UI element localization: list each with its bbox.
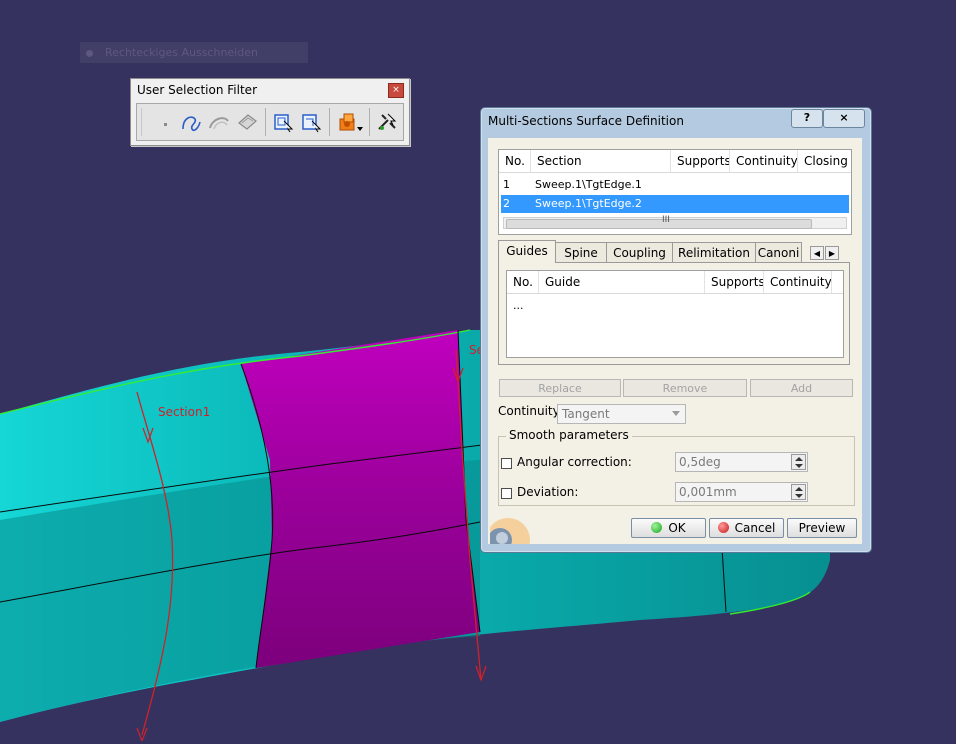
toolbar-title: User Selection Filter — [137, 83, 257, 97]
user-selection-filter-toolbar: User Selection Filter × — [130, 78, 410, 146]
column-header-guide[interactable]: Guide — [539, 271, 705, 293]
deviation-checkbox[interactable] — [501, 488, 512, 499]
help-button[interactable]: ? — [791, 109, 823, 128]
curve-filter-icon[interactable] — [179, 110, 203, 134]
tab-scroll-left-icon[interactable]: ◀ — [810, 246, 824, 260]
filter-buttons-bar — [136, 103, 404, 141]
deviation-label: Deviation: — [517, 485, 579, 499]
ok-icon — [651, 522, 663, 533]
dialog-body: No. Section Supports Continuity Closing … — [488, 138, 862, 544]
sections-table-header: No. Section Supports Continuity Closing … — [499, 150, 851, 173]
cutout-icon — [86, 49, 93, 57]
cancel-label: Cancel — [734, 521, 776, 535]
tab-coupling[interactable]: Coupling — [606, 242, 673, 262]
toolbar-close-button[interactable]: × — [388, 83, 404, 98]
guides-table[interactable]: No. Guide Supports Continuity ... — [506, 270, 844, 358]
table-row-selected[interactable]: 2 Sweep.1\TgtEdge.2 — [501, 195, 849, 213]
continuity-value: Tangent — [562, 407, 610, 421]
row-section: Sweep.1\TgtEdge.1 — [535, 178, 642, 191]
column-header-no[interactable]: No. — [499, 150, 531, 172]
point-filter-icon[interactable] — [153, 110, 177, 134]
ghost-toolbar-cutout: Rechteckiges Ausschneiden — [80, 42, 308, 63]
deviation-spinner[interactable]: 0,001mm — [675, 482, 808, 502]
column-header-no[interactable]: No. — [507, 271, 539, 293]
cancel-icon — [717, 522, 729, 533]
spinner-arrows-icon[interactable] — [791, 484, 806, 500]
surface-filter-icon[interactable] — [207, 110, 231, 134]
smooth-parameters-title: Smooth parameters — [506, 428, 632, 442]
tab-scroll-right-icon[interactable]: ▶ — [825, 246, 839, 260]
catia-logo-icon — [490, 510, 542, 544]
guides-tab-panel: No. Guide Supports Continuity ... — [498, 262, 850, 365]
angular-correction-label: Angular correction: — [517, 455, 632, 469]
ghost-toolbar-label: Rechteckiges Ausschneiden — [105, 46, 258, 59]
tab-relimitation[interactable]: Relimitation — [672, 242, 756, 262]
ok-label: OK — [668, 521, 686, 535]
preview-button[interactable]: Preview — [787, 518, 857, 538]
sections-horizontal-scrollbar[interactable]: III — [503, 215, 847, 229]
tab-spine[interactable]: Spine — [555, 242, 607, 262]
toolbar-grip[interactable] — [141, 108, 142, 136]
dialog-title: Multi-Sections Surface Definition — [488, 114, 684, 128]
guide-placeholder: ... — [513, 299, 524, 312]
smooth-parameters-group: Smooth parameters Angular correction: 0,… — [498, 428, 855, 506]
close-button[interactable]: × — [823, 109, 865, 128]
add-button[interactable]: Add — [750, 379, 853, 397]
column-header-supports[interactable]: Supports — [705, 271, 764, 293]
angular-correction-spinner[interactable]: 0,5deg — [675, 452, 808, 472]
column-header-section[interactable]: Section — [531, 150, 671, 172]
quick-select-icon[interactable] — [375, 110, 399, 134]
toolbar-titlebar[interactable]: User Selection Filter × — [131, 79, 409, 101]
column-header-continuity[interactable]: Continuity — [764, 271, 832, 293]
feature-element-filter-icon[interactable] — [271, 110, 295, 134]
guide-placeholder-row[interactable]: ... — [513, 297, 861, 315]
table-row[interactable]: 1 Sweep.1\TgtEdge.1 — [501, 176, 849, 194]
selected-patch — [241, 330, 480, 668]
toolbar-separator — [265, 108, 266, 136]
remove-button[interactable]: Remove — [623, 379, 747, 397]
replace-button[interactable]: Replace — [499, 379, 621, 397]
multi-sections-surface-dialog: Multi-Sections Surface Definition ? × No… — [480, 107, 872, 553]
chevron-down-icon — [672, 411, 680, 416]
toolbar-separator — [369, 108, 370, 136]
continuity-combo[interactable]: Tangent — [557, 404, 686, 424]
tab-canonical[interactable]: Canoni — [755, 242, 802, 262]
scrollbar-thumb[interactable] — [506, 219, 812, 229]
tab-guides[interactable]: Guides — [498, 240, 556, 263]
continuity-label: Continuity: — [498, 404, 563, 418]
column-header-continuity[interactable]: Continuity — [730, 150, 798, 172]
ok-button[interactable]: OK — [631, 518, 706, 538]
scrollbar-grip: III — [662, 215, 670, 225]
row-section: Sweep.1\TgtEdge.2 — [535, 197, 642, 210]
deviation-value: 0,001mm — [679, 485, 737, 499]
row-no: 2 — [503, 197, 510, 210]
angular-correction-checkbox[interactable] — [501, 458, 512, 469]
section1-label: Section1 — [158, 405, 210, 419]
toolbar-separator — [329, 108, 330, 136]
spinner-arrows-icon[interactable] — [791, 454, 806, 470]
sections-table[interactable]: No. Section Supports Continuity Closing … — [498, 149, 852, 235]
geometrical-element-filter-icon[interactable] — [299, 110, 323, 134]
row-no: 1 — [503, 178, 510, 191]
column-header-supports[interactable]: Supports — [671, 150, 730, 172]
angular-correction-value: 0,5deg — [679, 455, 721, 469]
cancel-button[interactable]: Cancel — [709, 518, 784, 538]
tool-dropdown-icon[interactable] — [337, 110, 365, 134]
volume-filter-icon[interactable] — [235, 110, 259, 134]
guides-table-header: No. Guide Supports Continuity — [507, 271, 843, 294]
column-header-closing-point[interactable]: Closing P — [798, 150, 851, 172]
